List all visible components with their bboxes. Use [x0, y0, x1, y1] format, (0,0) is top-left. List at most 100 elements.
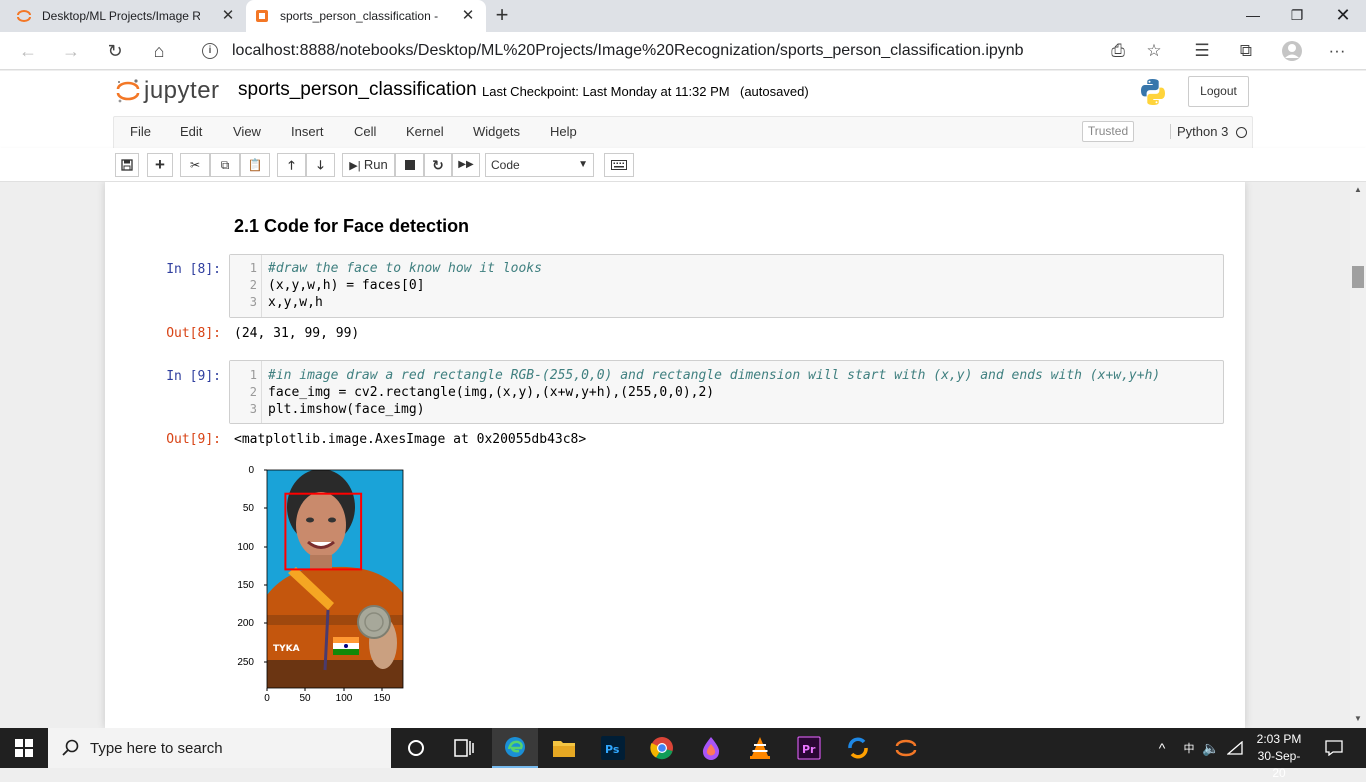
windows-start-icon[interactable] [8, 732, 40, 764]
tab-title: Desktop/ML Projects/Image Rec [42, 9, 200, 23]
notifications-icon[interactable] [1318, 732, 1350, 764]
paste-icon[interactable]: 📋 [240, 153, 270, 177]
markdown-heading[interactable]: 2.1 Code for Face detection [234, 216, 469, 237]
x-tick-label: 150 [373, 693, 391, 704]
vlc-icon[interactable] [744, 732, 776, 764]
close-window-button[interactable]: ✕ [1320, 0, 1366, 32]
menu-file[interactable]: File [130, 124, 151, 139]
browser-tab-2[interactable]: sports_person_classification - Jup ✕ [246, 0, 486, 32]
tab-title: sports_person_classification - Jup [280, 9, 438, 23]
droplet-app-icon[interactable] [695, 732, 727, 764]
jupyter-taskbar-icon[interactable] [890, 732, 922, 764]
restore-button[interactable]: ❐ [1274, 0, 1320, 32]
line-number: 2 [249, 385, 257, 399]
kernel-name[interactable]: Python 3 [1170, 124, 1228, 139]
output-prompt: Out[9]: [166, 432, 221, 447]
run-icon: ▶| [349, 160, 361, 172]
scroll-down-icon[interactable]: ▼ [1354, 714, 1362, 723]
cut-icon[interactable]: ✂ [180, 153, 210, 177]
site-info-icon[interactable]: i [202, 43, 218, 59]
edge-browser-icon[interactable] [492, 728, 538, 768]
line-number: 2 [249, 278, 257, 292]
trusted-indicator[interactable]: Trusted [1082, 121, 1134, 142]
notebook-name[interactable]: sports_person_classification [238, 79, 477, 101]
menu-view[interactable]: View [233, 124, 261, 139]
browser-tab-1[interactable]: Desktop/ML Projects/Image Rec ✕ [8, 0, 246, 32]
output-prompt: Out[8]: [166, 326, 221, 341]
jupyter-logo[interactable]: jupyter [116, 77, 220, 105]
line-number: 1 [249, 261, 257, 275]
line-number: 3 [249, 295, 257, 309]
x-tick-label: 0 [264, 693, 270, 704]
menu-help[interactable]: Help [550, 124, 577, 139]
back-arrow-icon[interactable]: ← [14, 37, 42, 65]
network-wifi-icon[interactable] [1224, 732, 1246, 764]
keyboard-shortcuts-icon[interactable] [604, 153, 634, 177]
image-plot: 0 50 100 150 200 250 TYKA 0 50 100 150 [230, 465, 410, 710]
menu-widgets[interactable]: Widgets [473, 124, 520, 139]
menu-cell[interactable]: Cell [354, 124, 376, 139]
forward-arrow-icon[interactable]: → [57, 37, 85, 65]
code-cell[interactable]: 1 #draw the face to know how it looks 2 (x… [229, 254, 1224, 318]
code-line: x,y,w,h [268, 295, 323, 310]
premiere-pro-icon[interactable]: Pr [793, 732, 825, 764]
input-prompt: In [9]: [166, 369, 221, 384]
move-up-icon[interactable]: 🡑 [277, 153, 306, 177]
kernel-idle-icon [1236, 127, 1247, 138]
cell-type-select[interactable]: Code ▼ [485, 153, 594, 177]
profile-avatar-icon[interactable] [1278, 37, 1306, 65]
jupyter-logo-icon [116, 79, 140, 103]
taskbar-search-box[interactable]: Type here to search [48, 728, 391, 768]
url-text[interactable]: localhost:8888/notebooks/Desktop/ML%20Pr… [232, 42, 1024, 60]
taskbar-clock[interactable]: 2:03 PM 30-Sep-20 [1252, 731, 1306, 782]
chrome-icon[interactable] [646, 732, 678, 764]
restart-kernel-icon[interactable]: ↻ [424, 153, 452, 177]
cell-output: (24, 31, 99, 99) [234, 326, 360, 341]
refresh-icon[interactable]: ↻ [101, 37, 129, 65]
sync-app-icon[interactable] [842, 732, 874, 764]
task-view-icon[interactable] [448, 732, 480, 764]
move-down-icon[interactable]: 🡓 [306, 153, 335, 177]
read-aloud-icon[interactable]: ⎙ [1104, 37, 1132, 65]
home-icon[interactable]: ⌂ [145, 37, 173, 65]
scrollbar-thumb[interactable] [1352, 266, 1364, 288]
favorites-list-icon[interactable]: ☰ [1188, 37, 1216, 65]
close-tab-icon[interactable]: ✕ [220, 8, 236, 24]
insert-cell-button[interactable]: + [147, 153, 173, 177]
cortana-icon[interactable] [400, 732, 432, 764]
collections-icon[interactable]: ⧉ [1232, 37, 1260, 65]
notebook-area: 2.1 Code for Face detection In [8]: 1 #dr… [0, 182, 1350, 728]
checkpoint-status: Last Checkpoint: Last Monday at 11:32 PM [482, 84, 730, 99]
copy-icon[interactable]: ⧉ [210, 153, 240, 177]
x-tick-label: 50 [299, 693, 311, 704]
menu-insert[interactable]: Insert [291, 124, 324, 139]
address-bar[interactable]: i localhost:8888/notebooks/Desktop/ML%20… [192, 36, 1182, 66]
volume-icon[interactable]: 🔈 [1200, 732, 1222, 764]
windows-taskbar: Type here to search Ps Pr ^ 中 🔈 2:03 PM … [0, 728, 1366, 780]
close-tab-icon[interactable]: ✕ [460, 8, 476, 24]
input-language-icon[interactable]: 中 [1176, 732, 1202, 764]
run-label: Run [363, 157, 388, 172]
minimize-button[interactable]: — [1230, 0, 1276, 32]
menu-edit[interactable]: Edit [180, 124, 202, 139]
scroll-up-icon[interactable]: ▲ [1354, 185, 1362, 194]
clock-time: 2:03 PM [1256, 732, 1302, 746]
run-button[interactable]: ▶| Run [342, 153, 395, 177]
more-options-icon[interactable]: ··· [1323, 37, 1351, 65]
new-tab-button[interactable]: + [490, 4, 514, 28]
code-cell[interactable]: 1 #in image draw a red rectangle RGB-(255… [229, 360, 1224, 424]
file-explorer-icon[interactable] [548, 732, 580, 764]
restart-run-all-icon[interactable]: ▶▶ [452, 153, 480, 177]
code-line: plt.imshow(face_img) [268, 402, 425, 417]
photoshop-icon[interactable]: Ps [597, 732, 629, 764]
page-scrollbar[interactable]: ▲ ▼ [1350, 182, 1366, 728]
jacket-text: TYKA [273, 644, 300, 654]
code-line: face_img = cv2.rectangle(img,(x,y),(x+w,… [268, 385, 715, 400]
show-hidden-icons-chevron-icon[interactable]: ^ [1152, 732, 1172, 764]
interrupt-stop-icon[interactable] [395, 153, 424, 177]
chevron-down-icon: ▼ [578, 159, 588, 170]
favorite-star-icon[interactable]: ☆ [1140, 37, 1168, 65]
logout-button[interactable]: Logout [1188, 76, 1249, 107]
save-icon[interactable] [115, 153, 139, 177]
menu-kernel[interactable]: Kernel [406, 124, 444, 139]
